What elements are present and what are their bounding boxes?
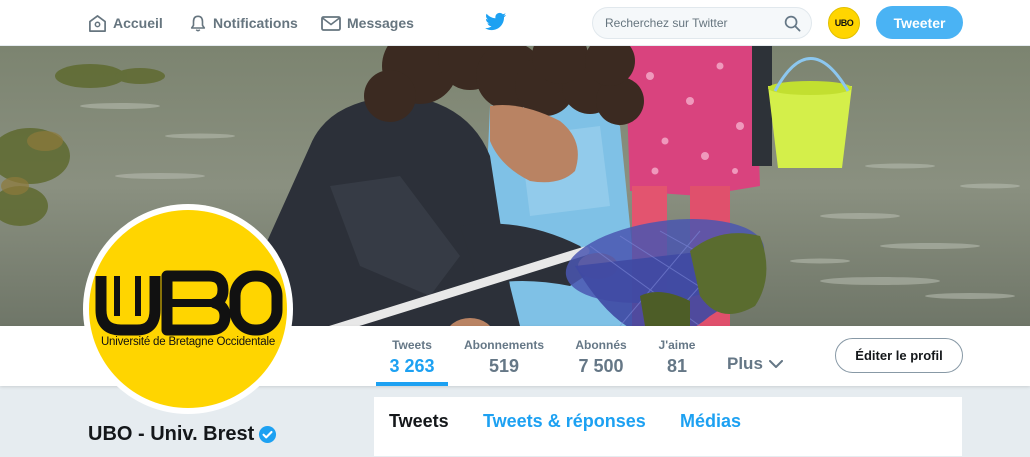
profile-name[interactable]: UBO - Univ. Brest bbox=[88, 423, 254, 446]
bell-icon bbox=[190, 14, 206, 31]
tab-tweets[interactable]: Tweets bbox=[389, 411, 449, 432]
tab-media[interactable]: Médias bbox=[680, 411, 741, 432]
stat-followers-value: 7 500 bbox=[578, 356, 624, 376]
more-label: Plus bbox=[727, 354, 763, 373]
search-box bbox=[592, 7, 812, 39]
stat-following-label: Abonnements bbox=[463, 338, 544, 352]
home-icon bbox=[89, 14, 106, 32]
tab-tweets-replies[interactable]: Tweets & réponses bbox=[483, 411, 646, 432]
stat-likes-label: J'aime bbox=[658, 338, 696, 352]
twitter-bird-icon[interactable] bbox=[485, 12, 507, 32]
stat-following[interactable]: Abonnements 519 bbox=[462, 338, 546, 377]
stat-likes[interactable]: J'aime 81 bbox=[652, 338, 702, 377]
chevron-down-icon bbox=[768, 359, 783, 368]
stat-tweets-label: Tweets bbox=[392, 338, 432, 352]
nav-messages-label: Messages bbox=[347, 15, 414, 31]
stat-followers-label: Abonnés bbox=[575, 338, 627, 352]
nav-notifications[interactable]: Notifications bbox=[189, 0, 298, 46]
profile-name-row: UBO - Univ. Brest bbox=[88, 423, 277, 446]
edit-profile-button[interactable]: Éditer le profil bbox=[835, 338, 963, 373]
active-tab-indicator bbox=[376, 382, 448, 386]
tweet-button[interactable]: Tweeter bbox=[876, 6, 963, 39]
stat-likes-value: 81 bbox=[666, 356, 688, 376]
account-avatar-text: UBO bbox=[834, 18, 854, 28]
nav-home[interactable]: Accueil bbox=[88, 0, 163, 46]
profile-avatar[interactable]: Université de Bretagne Occidentale bbox=[83, 204, 293, 414]
top-navigation-bar: Accueil Notifications Messages UBO Tweet… bbox=[0, 0, 1030, 46]
nav-home-label: Accueil bbox=[113, 15, 163, 31]
stat-following-value: 519 bbox=[488, 356, 520, 376]
nav-messages[interactable]: Messages bbox=[321, 0, 414, 46]
verified-icon bbox=[259, 425, 277, 444]
timeline-tabs: Tweets Tweets & réponses Médias bbox=[374, 397, 962, 457]
nav-notifications-label: Notifications bbox=[213, 15, 298, 31]
ubo-logo: Université de Bretagne Occidentale bbox=[89, 210, 287, 408]
account-avatar[interactable]: UBO bbox=[828, 7, 860, 39]
envelope-icon bbox=[321, 15, 341, 31]
search-input[interactable] bbox=[605, 8, 775, 38]
more-menu[interactable]: Plus bbox=[727, 354, 783, 374]
logo-subtitle: Université de Bretagne Occidentale bbox=[100, 336, 276, 348]
stat-followers[interactable]: Abonnés 7 500 bbox=[568, 338, 634, 377]
stat-tweets-value: 3 263 bbox=[389, 356, 435, 376]
search-icon[interactable] bbox=[784, 15, 801, 32]
stat-tweets[interactable]: Tweets 3 263 bbox=[376, 338, 448, 377]
ubo-logo-letters bbox=[95, 270, 283, 336]
